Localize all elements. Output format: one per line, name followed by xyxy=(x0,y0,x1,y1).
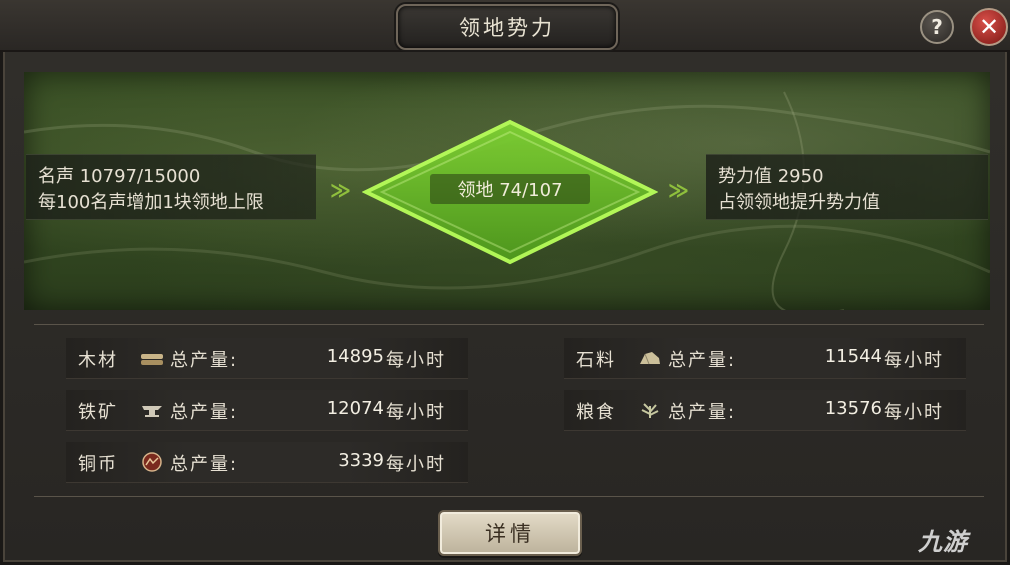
details-button-label: 详情 xyxy=(485,522,535,546)
title-plate: 领地势力 xyxy=(396,4,618,50)
resource-unit: 每小时 xyxy=(386,454,446,475)
power-panel: 势力值 2950 占领领地提升势力值 xyxy=(706,154,988,220)
details-button[interactable]: 详情 xyxy=(438,510,582,556)
resource-unit: 每小时 xyxy=(884,402,944,423)
help-icon: ? xyxy=(931,15,943,39)
resource-row-iron: 铁矿 总产量: 12074 每小时 xyxy=(66,390,468,431)
resource-name: 木材 xyxy=(78,350,118,371)
power-description: 占领领地提升势力值 xyxy=(718,192,880,213)
divider xyxy=(34,324,984,325)
resource-unit: 每小时 xyxy=(884,350,944,371)
resource-value: 11544 xyxy=(824,346,882,367)
wood-icon xyxy=(141,354,163,365)
watermark-text: 九游 xyxy=(918,528,968,556)
reputation-value: 名声 10797/15000 xyxy=(38,166,201,187)
resource-label: 总产量: xyxy=(170,350,239,371)
resource-unit: 每小时 xyxy=(386,402,446,423)
page-title: 领地势力 xyxy=(459,16,555,40)
close-icon: ✕ xyxy=(978,13,1000,41)
reputation-panel: 名声 10797/15000 每100名声增加1块领地上限 xyxy=(26,154,316,220)
arrow-right-icon: ≫ xyxy=(668,178,689,202)
resource-unit: 每小时 xyxy=(386,350,446,371)
resource-value: 3339 xyxy=(338,450,384,471)
resource-row-grain: 粮食 总产量: 13576 每小时 xyxy=(564,390,966,431)
close-button[interactable]: ✕ xyxy=(970,8,1008,46)
resource-label: 总产量: xyxy=(170,402,239,423)
resource-label: 总产量: xyxy=(668,402,737,423)
reputation-description: 每100名声增加1块领地上限 xyxy=(38,192,264,213)
stone-icon xyxy=(640,352,660,365)
coin-icon xyxy=(142,452,162,472)
resource-row-copper: 铜币 总产量: 3339 每小时 xyxy=(66,442,468,483)
resource-value: 13576 xyxy=(824,398,882,419)
resource-label: 总产量: xyxy=(170,454,239,475)
resource-name: 铜币 xyxy=(78,454,118,475)
resource-name: 铁矿 xyxy=(78,402,118,423)
resource-name: 石料 xyxy=(576,350,616,371)
grain-icon xyxy=(641,403,659,418)
resource-name: 粮食 xyxy=(576,402,616,423)
territory-count: 领地 74/107 xyxy=(430,174,590,204)
resource-value: 14895 xyxy=(326,346,384,367)
anvil-icon xyxy=(142,406,162,417)
divider xyxy=(34,496,984,497)
resource-row-wood: 木材 总产量: 14895 每小时 xyxy=(66,338,468,379)
power-value: 势力值 2950 xyxy=(718,166,824,187)
territory-count-text: 领地 74/107 xyxy=(457,180,563,201)
resource-row-stone: 石料 总产量: 11544 每小时 xyxy=(564,338,966,379)
help-button[interactable]: ? xyxy=(920,10,954,44)
watermark-logo: 九游 xyxy=(918,522,968,557)
arrow-right-icon: ≫ xyxy=(330,178,351,202)
resource-label: 总产量: xyxy=(668,350,737,371)
resource-value: 12074 xyxy=(326,398,384,419)
